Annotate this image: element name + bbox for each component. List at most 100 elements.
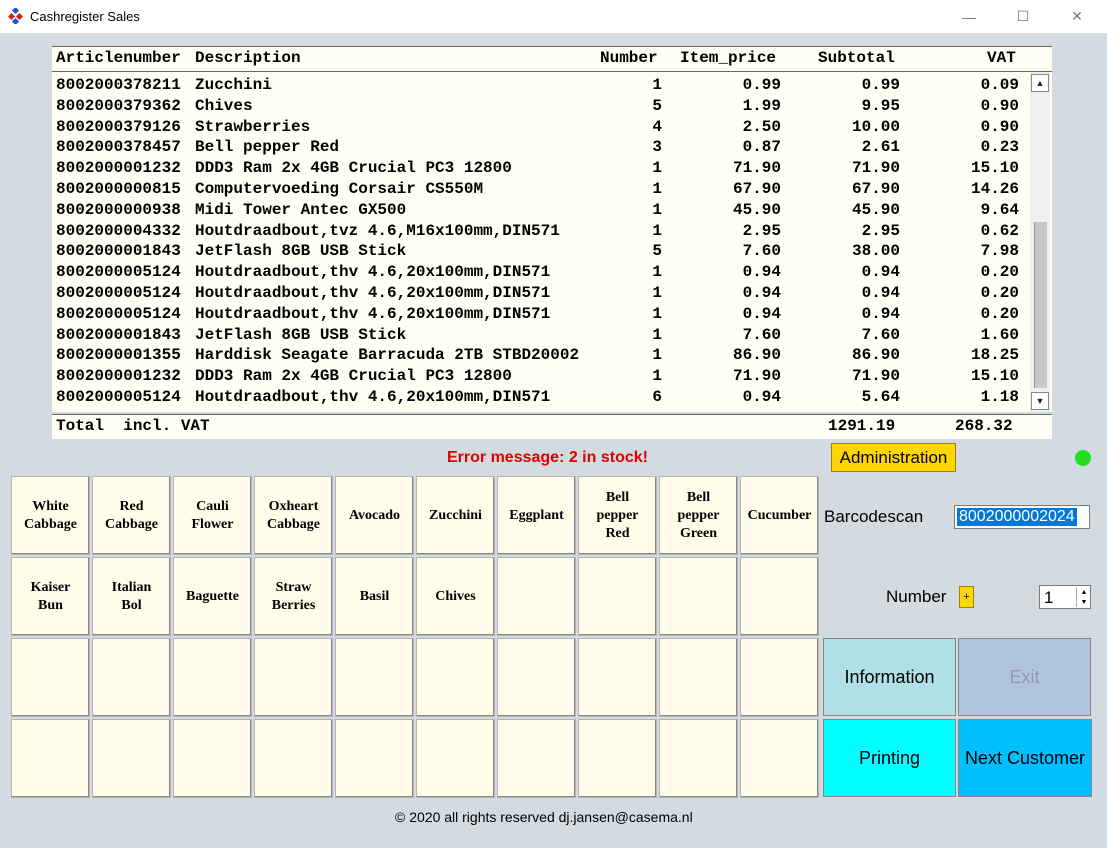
product-button[interactable]: Bell pepper Green bbox=[659, 476, 738, 555]
table-row[interactable]: 8002000378211 Zucchini 1 0.99 0.99 0.09 bbox=[52, 76, 1030, 96]
product-button[interactable] bbox=[740, 719, 819, 798]
spin-up-icon[interactable]: ▲ bbox=[1076, 587, 1091, 597]
table-row[interactable]: 8002000379362 Chives 5 1.99 9.95 0.90 bbox=[52, 97, 1030, 117]
table-row[interactable]: 8002000001232 DDD3 Ram 2x 4GB Crucial PC3… bbox=[52, 367, 1030, 387]
row-article: 8002000379126 bbox=[56, 117, 181, 136]
table-row[interactable]: 8002000001232 DDD3 Ram 2x 4GB Crucial PC3… bbox=[52, 159, 1030, 179]
row-item-price: 1.99 bbox=[742, 96, 781, 115]
product-button[interactable] bbox=[578, 557, 657, 636]
product-button[interactable] bbox=[497, 719, 576, 798]
next-customer-button[interactable]: Next Customer bbox=[958, 719, 1092, 797]
product-button[interactable] bbox=[335, 719, 414, 798]
product-button-label: Basil bbox=[359, 588, 390, 604]
row-item-price: 2.50 bbox=[742, 117, 781, 136]
product-button[interactable]: Bell pepper Red bbox=[578, 476, 657, 555]
product-button[interactable]: Oxheart Cabbage bbox=[254, 476, 333, 555]
product-button[interactable] bbox=[416, 638, 495, 717]
table-row[interactable]: 8002000378457 Bell pepper Red 3 0.87 2.61 0.2… bbox=[52, 138, 1030, 158]
sales-table[interactable]: 8002000378211 Zucchini 1 0.99 0.99 0.09 800200… bbox=[52, 72, 1052, 412]
quantity-stepper[interactable]: 1 ▲ ▼ bbox=[1039, 585, 1091, 609]
table-row[interactable]: 8002000005124 Houtdraadbout,thv 4.6,20x10… bbox=[52, 388, 1030, 408]
product-button[interactable] bbox=[740, 557, 819, 636]
row-article: 8002000005124 bbox=[56, 304, 181, 323]
row-item-price: 45.90 bbox=[732, 200, 781, 219]
table-row[interactable]: 8002000005124 Houtdraadbout,thv 4.6,20x10… bbox=[52, 305, 1030, 325]
product-button[interactable]: Zucchini bbox=[416, 476, 495, 555]
product-button-label: Cauli bbox=[196, 498, 229, 514]
exit-button[interactable]: Exit bbox=[958, 638, 1091, 716]
printing-button[interactable]: Printing bbox=[823, 719, 956, 797]
row-item-price: 0.87 bbox=[742, 138, 781, 157]
product-button[interactable] bbox=[335, 638, 414, 717]
product-button[interactable] bbox=[497, 557, 576, 636]
product-button[interactable] bbox=[92, 638, 171, 717]
product-button[interactable] bbox=[497, 638, 576, 717]
product-button[interactable] bbox=[578, 719, 657, 798]
product-button[interactable] bbox=[659, 638, 738, 717]
scroll-down-icon[interactable]: ▼ bbox=[1031, 392, 1049, 410]
product-button[interactable]: Basil bbox=[335, 557, 414, 636]
product-button[interactable] bbox=[173, 638, 252, 717]
product-button-label: Cabbage bbox=[105, 516, 158, 532]
product-button[interactable]: Avocado bbox=[335, 476, 414, 555]
product-button[interactable]: Red Cabbage bbox=[92, 476, 171, 555]
row-description: Strawberries bbox=[195, 117, 311, 136]
product-button[interactable]: Italian Bol bbox=[92, 557, 171, 636]
table-row[interactable]: 8002000000938 Midi Tower Antec GX500 1 45.9… bbox=[52, 201, 1030, 221]
scroll-thumb[interactable] bbox=[1034, 222, 1047, 388]
row-number: 1 bbox=[652, 263, 662, 282]
row-vat: 1.18 bbox=[980, 388, 1019, 406]
product-button[interactable] bbox=[11, 719, 90, 798]
product-button[interactable] bbox=[254, 719, 333, 798]
product-button[interactable]: White Cabbage bbox=[11, 476, 90, 555]
product-button-label: Bell bbox=[686, 489, 711, 505]
table-row[interactable]: 8002000001355 Harddisk Seagate Barracuda … bbox=[52, 346, 1030, 366]
product-button[interactable] bbox=[254, 638, 333, 717]
row-article: 8002000000815 bbox=[56, 180, 181, 198]
information-button[interactable]: Information bbox=[823, 638, 956, 716]
product-button[interactable] bbox=[578, 638, 657, 717]
plus-button[interactable]: + bbox=[959, 586, 974, 608]
scroll-up-icon[interactable]: ▲ bbox=[1031, 74, 1049, 92]
row-description: Houtdraadbout,thv 4.6,20x100mm,DIN571 bbox=[195, 304, 551, 323]
row-item-price: 86.90 bbox=[732, 346, 781, 365]
product-button[interactable] bbox=[659, 557, 738, 636]
row-vat: 7.98 bbox=[980, 242, 1019, 261]
barcode-input[interactable]: 8002000002024 bbox=[954, 505, 1090, 529]
table-row[interactable]: 8002000001843 JetFlash 8GB USB Stick 5 7.60… bbox=[52, 242, 1030, 262]
product-button-label: Avocado bbox=[348, 507, 401, 523]
product-button[interactable]: Chives bbox=[416, 557, 495, 636]
minimize-button[interactable]: — bbox=[946, 0, 992, 33]
table-row[interactable]: 8002000005124 Houtdraadbout,thv 4.6,20x10… bbox=[52, 263, 1030, 283]
maximize-button[interactable]: ☐ bbox=[1000, 0, 1046, 33]
table-scrollbar[interactable]: ▲ ▼ bbox=[1030, 72, 1050, 412]
product-button[interactable] bbox=[659, 719, 738, 798]
table-row[interactable]: 8002000379126 Strawberries 4 2.50 10.00 0.90 bbox=[52, 118, 1030, 138]
product-button[interactable] bbox=[92, 719, 171, 798]
row-number: 5 bbox=[652, 242, 662, 261]
product-button[interactable]: Cucumber bbox=[740, 476, 819, 555]
spin-down-icon[interactable]: ▼ bbox=[1076, 597, 1091, 607]
product-button[interactable] bbox=[11, 638, 90, 717]
table-row[interactable]: 8002000000815 Computervoeding Corsair CS5… bbox=[52, 180, 1030, 200]
product-button[interactable]: Kaiser Bun bbox=[11, 557, 90, 636]
product-button[interactable]: Eggplant bbox=[497, 476, 576, 555]
table-row[interactable]: 8002000001843 JetFlash 8GB USB Stick 1 7.60… bbox=[52, 326, 1030, 346]
row-vat: 18.25 bbox=[970, 346, 1019, 365]
product-button[interactable] bbox=[416, 719, 495, 798]
barcode-label: Barcodescan bbox=[824, 507, 924, 526]
table-row[interactable]: 8002000005124 Houtdraadbout,thv 4.6,20x10… bbox=[52, 284, 1030, 304]
title-bar: Cashregister Sales — ☐ ✕ bbox=[0, 0, 1107, 33]
product-button[interactable] bbox=[740, 638, 819, 717]
close-button[interactable]: ✕ bbox=[1054, 0, 1100, 33]
administration-button[interactable]: Administration bbox=[831, 443, 956, 472]
row-subtotal: 45.90 bbox=[851, 200, 900, 219]
product-button[interactable]: Cauli Flower bbox=[173, 476, 252, 555]
row-article: 8002000379362 bbox=[56, 96, 181, 115]
product-button[interactable]: Straw Berries bbox=[254, 557, 333, 636]
product-button[interactable] bbox=[173, 719, 252, 798]
row-article: 8002000378457 bbox=[56, 138, 181, 157]
table-row[interactable]: 8002000004332 Houtdraadbout,tvz 4.6,M16x1… bbox=[52, 222, 1030, 242]
product-button-label: Bell bbox=[605, 489, 630, 505]
product-button[interactable]: Baguette bbox=[173, 557, 252, 636]
